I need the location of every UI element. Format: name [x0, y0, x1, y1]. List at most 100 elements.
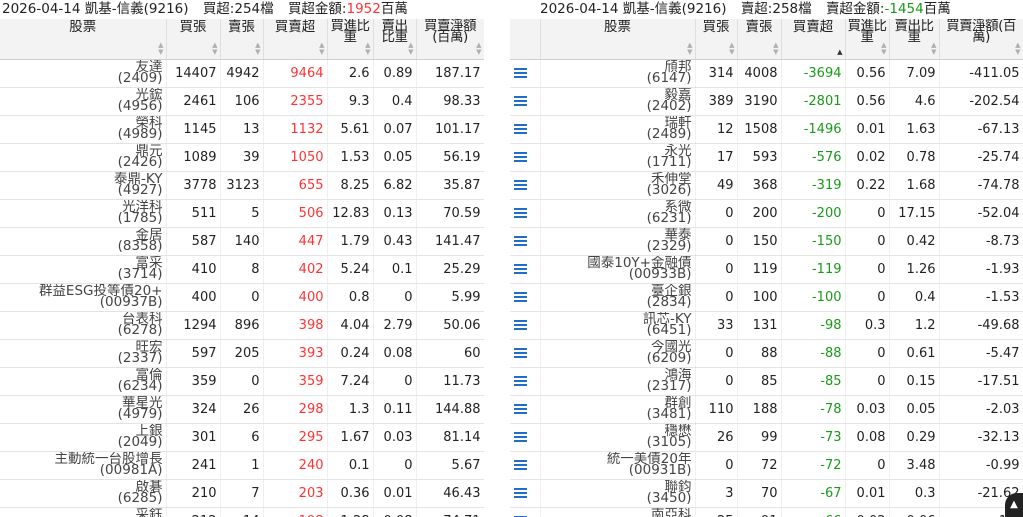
column-header[interactable]: 賣出比重 ▲ ▼: [889, 19, 940, 60]
stock-cell[interactable]: 旺宏 (2337): [0, 339, 167, 368]
menu-icon[interactable]: [514, 291, 527, 303]
stock-cell[interactable]: 聯鈞 (3450): [540, 479, 696, 508]
column-header[interactable]: 買賣淨額(百萬) ▲ ▼: [939, 19, 1023, 60]
column-header[interactable]: 買賣超 ▲ ▼: [263, 19, 328, 60]
table-row[interactable]: 統一美債20年 (00931B) 0 72 -72 0 3.48 -0.99: [510, 451, 1023, 480]
menu-icon[interactable]: [514, 263, 527, 275]
table-row[interactable]: 富倫 (6234) 359 0 359 7.24 0 11.73: [0, 367, 484, 396]
column-header[interactable]: 買張 ▲ ▼: [695, 19, 738, 60]
stock-cell[interactable]: 華星光 (4979): [0, 395, 167, 424]
table-row[interactable]: 光鋐 (4956) 2461 106 2355 9.3 0.4 98.33: [0, 87, 484, 116]
menu-icon[interactable]: [514, 67, 527, 79]
sort-icon[interactable]: ▲ ▼: [158, 41, 163, 56]
stock-cell[interactable]: 南亞科(2408): [540, 507, 696, 517]
stock-cell[interactable]: 瑞軒 (2489): [540, 115, 696, 144]
column-header[interactable]: 買進比重 ▲ ▼: [327, 19, 374, 60]
menu-icon[interactable]: [514, 347, 527, 359]
stock-cell[interactable]: 群創 (3481): [540, 395, 696, 424]
row-menu-cell[interactable]: [510, 367, 541, 396]
table-row[interactable]: 金居 (8358) 587 140 447 1.79 0.43 141.47: [0, 227, 484, 256]
sort-icon[interactable]: ▲ ▼: [476, 41, 481, 56]
sort-icon[interactable]: ▲ ▼: [255, 41, 260, 56]
menu-icon[interactable]: [514, 207, 527, 219]
row-menu-cell[interactable]: [510, 59, 541, 88]
stock-cell[interactable]: 泰鼎-KY (4927): [0, 171, 167, 200]
row-menu-cell[interactable]: [510, 339, 541, 368]
table-row[interactable]: 瑞軒 (2489) 12 1508 -1496 0.01 1.63 -67.13: [510, 115, 1023, 144]
table-row[interactable]: 聯鈞 (3450) 3 70 -67 0.01 0.3 -21.62: [510, 479, 1023, 508]
sort-icon[interactable]: ▲ ▼: [319, 41, 324, 56]
menu-icon[interactable]: [514, 431, 527, 443]
stock-cell[interactable]: 主動統一台股增長 (00981A): [0, 451, 167, 480]
stock-cell[interactable]: 群益ESG投等債20+ (00937B): [0, 283, 167, 312]
table-row[interactable]: 華泰 (2329) 0 150 -150 0 0.42 -8.73: [510, 227, 1023, 256]
table-row[interactable]: 頎邦 (6147) 314 4008 -3694 0.56 7.09 -411.05: [510, 59, 1023, 88]
row-menu-cell[interactable]: [510, 227, 541, 256]
table-row[interactable]: 主動統一台股增長 (00981A) 241 1 240 0.1 0 5.67: [0, 451, 484, 480]
menu-icon[interactable]: [514, 235, 527, 247]
row-menu-cell[interactable]: [510, 283, 541, 312]
sort-icon[interactable]: ▲ ▼: [212, 41, 217, 56]
table-row[interactable]: 采鈺(6789)212141981.280.0874.71: [0, 507, 484, 517]
stock-name[interactable]: 采鈺: [3, 508, 163, 517]
menu-icon[interactable]: [514, 375, 527, 387]
row-menu-cell[interactable]: [510, 311, 541, 340]
menu-icon[interactable]: [514, 319, 527, 331]
stock-cell[interactable]: 台表科 (6278): [0, 311, 167, 340]
menu-icon[interactable]: [514, 403, 527, 415]
sort-icon[interactable]: ▲ ▼: [1015, 41, 1020, 56]
table-row[interactable]: 光洋科 (1785) 511 5 506 12.83 0.13 70.59: [0, 199, 484, 228]
stock-cell[interactable]: 訊芯-KY (6451): [540, 311, 696, 340]
sort-icon[interactable]: ▲ ▼: [881, 41, 886, 56]
table-row[interactable]: 毅嘉 (2402) 389 3190 -2801 0.56 4.6 -202.54: [510, 87, 1023, 116]
row-menu-cell[interactable]: [510, 255, 541, 284]
table-row[interactable]: 南亞科(2408)2591-660.020.06-14.: [510, 507, 1023, 517]
table-row[interactable]: 今國光 (6209) 0 88 -88 0 0.61 -5.47: [510, 339, 1023, 368]
stock-cell[interactable]: 友達 (2409): [0, 59, 167, 88]
stock-cell[interactable]: 統一美債20年 (00931B): [540, 451, 696, 480]
table-row[interactable]: 系微 (6231) 0 200 -200 0 17.15 -52.04: [510, 199, 1023, 228]
row-menu-cell[interactable]: [510, 395, 541, 424]
stock-cell[interactable]: 禾伸堂 (3026): [540, 171, 696, 200]
table-row[interactable]: 旺宏 (2337) 597 205 393 0.24 0.08 60: [0, 339, 484, 368]
menu-icon[interactable]: [514, 123, 527, 135]
column-header[interactable]: 賣張 ▲ ▼: [220, 19, 264, 60]
table-row[interactable]: 禾伸堂 (3026) 49 368 -319 0.22 1.68 -74.78: [510, 171, 1023, 200]
stock-cell[interactable]: 金居 (8358): [0, 227, 167, 256]
menu-icon[interactable]: [514, 151, 527, 163]
table-row[interactable]: 國泰10Y+金融債 (00933B) 0 119 -119 0 1.26 -1.93: [510, 255, 1023, 284]
table-row[interactable]: 泰鼎-KY (4927) 3778 3123 655 8.25 6.82 35.87: [0, 171, 484, 200]
stock-cell[interactable]: 上銀 (2049): [0, 423, 167, 452]
column-header[interactable]: 買賣超 ▲: [781, 19, 846, 60]
sort-icon[interactable]: ▲: [837, 48, 842, 56]
column-header[interactable]: 買賣淨額(百萬) ▲ ▼: [416, 19, 484, 60]
table-row[interactable]: 群益ESG投等債20+ (00937B) 400 0 400 0.8 0 5.99: [0, 283, 484, 312]
column-header[interactable]: 賣張 ▲ ▼: [737, 19, 782, 60]
menu-icon[interactable]: [514, 459, 527, 471]
table-row[interactable]: 富采 (3714) 410 8 402 5.24 0.1 25.29: [0, 255, 484, 284]
stock-cell[interactable]: 永光 (1711): [540, 143, 696, 172]
row-menu-cell[interactable]: [510, 507, 541, 517]
stock-cell[interactable]: 華泰 (2329): [540, 227, 696, 256]
table-row[interactable]: 穩懋 (3105) 26 99 -73 0.08 0.29 -32.13: [510, 423, 1023, 452]
row-menu-cell[interactable]: [510, 115, 541, 144]
row-menu-cell[interactable]: [510, 199, 541, 228]
stock-cell[interactable]: 榮科 (4989): [0, 115, 167, 144]
sort-icon[interactable]: ▲ ▼: [365, 41, 370, 56]
row-menu-cell[interactable]: [510, 451, 541, 480]
column-header[interactable]: 買張 ▲ ▼: [166, 19, 221, 60]
stock-cell[interactable]: 采鈺(6789): [0, 507, 167, 517]
column-header[interactable]: 買進比重 ▲ ▼: [845, 19, 890, 60]
table-row[interactable]: 永光 (1711) 17 593 -576 0.02 0.78 -25.74: [510, 143, 1023, 172]
stock-cell[interactable]: 毅嘉 (2402): [540, 87, 696, 116]
sort-icon[interactable]: ▲ ▼: [773, 41, 778, 56]
stock-cell[interactable]: 穩懋 (3105): [540, 423, 696, 452]
stock-cell[interactable]: 光鋐 (4956): [0, 87, 167, 116]
stock-cell[interactable]: 光洋科 (1785): [0, 199, 167, 228]
stock-cell[interactable]: 鴻海 (2317): [540, 367, 696, 396]
row-menu-cell[interactable]: [510, 171, 541, 200]
table-row[interactable]: 榮科 (4989) 1145 13 1132 5.61 0.07 101.17: [0, 115, 484, 144]
stock-cell[interactable]: 富采 (3714): [0, 255, 167, 284]
table-row[interactable]: 訊芯-KY (6451) 33 131 -98 0.3 1.2 -49.68: [510, 311, 1023, 340]
table-row[interactable]: 鼎元 (2426) 1089 39 1050 1.53 0.05 56.19: [0, 143, 484, 172]
